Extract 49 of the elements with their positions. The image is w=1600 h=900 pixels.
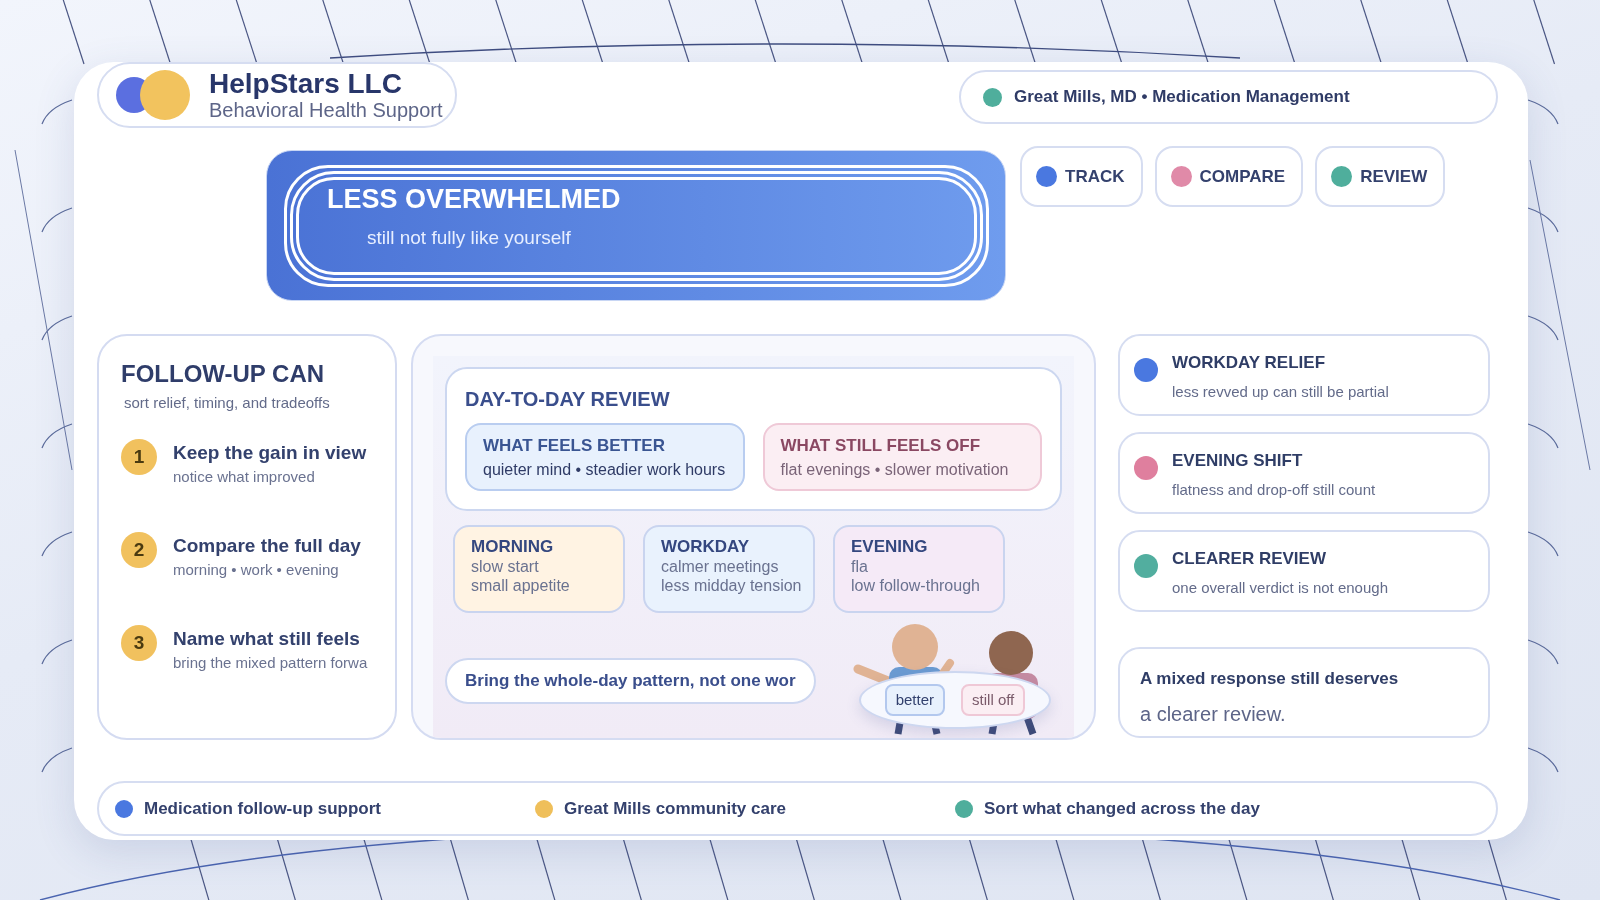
step-detail: notice what improved [173,468,316,486]
step-title: Compare the full day [173,535,361,557]
pattern-note: Bring the whole-day pattern, not one wor [445,657,816,704]
step-label: COMPARE [1199,166,1286,187]
callout-title: A mixed response still deserves [1140,669,1400,689]
banner-subtitle: still not fully like yourself [367,227,572,249]
footer-label: Sort what changed across the day [984,798,1260,819]
location-text: Great Mills, MD • Medication Management [1014,87,1350,107]
bubble-tag: still off [961,684,1026,716]
period-title: WORKDAY [661,537,751,557]
panel-title: FOLLOW-UP CAN [121,360,326,388]
footer-label: Medication follow-up support [144,798,382,819]
step-number: 2 [121,532,157,568]
step-detail: bring the mixed pattern forwa [173,654,368,672]
step-label: REVIEW [1360,166,1428,187]
period-title: EVENING [851,537,929,557]
footer-label: Great Mills community care [564,798,787,819]
feedback-detail: quieter mind • steadier work hours [483,460,727,479]
period-line: low follow-through [851,576,981,595]
feedback-detail: flat evenings • slower motivation [780,460,1010,479]
step-number: 3 [121,625,157,661]
period-title: MORNING [471,537,555,557]
step-label: TRACK [1065,166,1125,187]
brand-name: HelpStars LLC [209,69,403,99]
callout-text: a clearer review. [1140,702,1287,726]
highlight-detail: less revved up can still be partial [1172,383,1389,401]
step-number: 1 [121,439,157,475]
feedback-title: WHAT STILL FEELS OFF [780,435,982,456]
dot-icon [983,87,1002,107]
step-title: Name what still feels [173,628,361,650]
highlight-title: WORKDAY RELIEF [1172,353,1327,373]
period-line: fla [851,557,869,576]
brand-tagline: Behavioral Health Support [209,99,443,121]
panel-subtitle: sort relief, timing, and tradeoffs [124,394,331,412]
bubble-tag: better [884,684,946,716]
period-line: calmer meetings [661,557,780,576]
highlight-detail: flatness and drop-off still count [1172,481,1376,499]
feedback-title: WHAT FEELS BETTER [483,435,666,456]
highlight-title: EVENING SHIFT [1172,451,1304,471]
period-line: small appetite [471,576,571,595]
step-title: Keep the gain in view [173,442,367,464]
step-detail: morning • work • evening [173,561,340,579]
period-line: less midday tension [661,576,803,595]
banner-title: LESS OVERWHELMED [327,184,622,214]
logo-icon [116,69,190,121]
highlight-title: CLEARER REVIEW [1172,549,1327,569]
period-line: slow start [471,557,540,576]
review-title: DAY-TO-DAY REVIEW [465,387,671,411]
highlight-detail: one overall verdict is not enough [1172,579,1388,597]
